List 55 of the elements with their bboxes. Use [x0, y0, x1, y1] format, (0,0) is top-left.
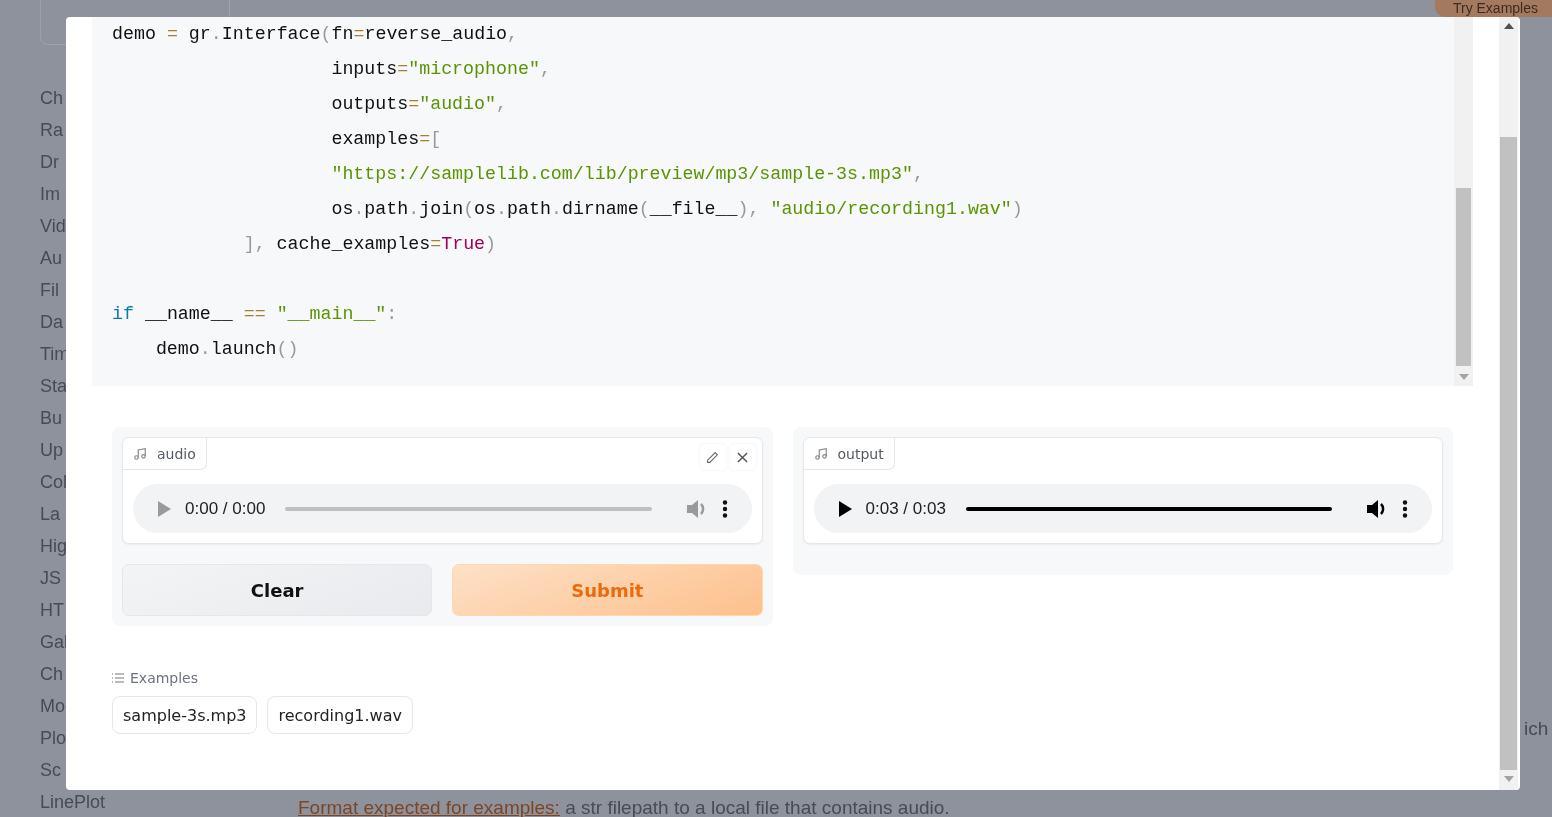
sidebar-item[interactable]: La	[40, 499, 61, 531]
example-chip[interactable]: sample-3s.mp3	[112, 696, 258, 734]
examples-heading: Examples	[130, 670, 199, 686]
sidebar-item[interactable]: JS	[40, 563, 61, 595]
sidebar-item[interactable]: Vid	[40, 211, 66, 243]
playback-time: 0:03 / 0:03	[865, 498, 946, 519]
pencil-icon	[706, 450, 719, 464]
sidebar-item[interactable]: Col	[40, 467, 67, 499]
sidebar-item[interactable]: Mo	[40, 691, 65, 723]
code-line: "https://samplelib.com/lib/preview/mp3/sample-3s.mp3",	[330, 163, 924, 186]
text-fragment: ich	[1524, 718, 1549, 740]
progress-bar[interactable]	[965, 506, 1332, 511]
music-note-icon	[813, 446, 828, 461]
try-examples-button[interactable]: Try Examples	[1434, 0, 1552, 17]
scrollbar[interactable]	[1454, 17, 1473, 386]
sidebar-item[interactable]: Sc	[40, 755, 61, 787]
component-label: audio	[123, 438, 207, 470]
code-line: os.path.join(os.path.dirname(__file__), "audio/recording1.wav")	[330, 198, 1023, 221]
code-line: outputs="audio",	[330, 93, 507, 116]
arrow-up-icon[interactable]	[1503, 23, 1514, 29]
sidebar-item[interactable]: Ra	[40, 115, 63, 147]
scrollbar[interactable]	[1499, 17, 1518, 790]
sidebar-item[interactable]: Plo	[40, 723, 66, 755]
clear-button[interactable]: Clear	[122, 564, 433, 616]
code-line: if __name__ == "__main__":	[112, 303, 398, 326]
list-icon	[112, 673, 124, 683]
more-options-icon[interactable]	[721, 499, 728, 518]
submit-button[interactable]: Submit	[452, 564, 763, 616]
playback-time: 0:00 / 0:00	[185, 498, 266, 519]
sidebar-item[interactable]: Sta	[40, 371, 68, 403]
sidebar-item[interactable]: HT	[40, 595, 64, 627]
sidebar-item[interactable]: Bu	[40, 403, 63, 435]
close-icon	[737, 451, 748, 463]
more-options-icon[interactable]	[1402, 499, 1408, 518]
code-line: demo = gr.Interface(fn=reverse_audio,	[112, 23, 519, 46]
sidebar-item[interactable]: Dr	[40, 147, 59, 179]
music-note-icon	[133, 446, 147, 461]
sidebar-item[interactable]: Up	[40, 435, 63, 467]
sidebar-item[interactable]: Ch	[40, 659, 63, 691]
code-line: examples=[	[330, 128, 442, 151]
sidebar-item[interactable]: Ch	[40, 83, 63, 115]
sidebar-item[interactable]: Da	[40, 307, 63, 339]
sidebar-item[interactable]: Fil	[40, 275, 59, 307]
component-label: output	[803, 438, 895, 470]
edit-button[interactable]	[699, 444, 726, 470]
code-line: demo.launch()	[154, 338, 299, 361]
example-chip[interactable]: recording1.wav	[267, 696, 413, 734]
close-button[interactable]	[729, 444, 756, 470]
sidebar-item[interactable]: Hig	[40, 531, 67, 563]
code-line: inputs="microphone",	[330, 58, 551, 81]
code-line: ], cache_examples=True)	[242, 233, 497, 256]
sidebar-item[interactable]: Au	[40, 243, 63, 275]
play-icon[interactable]	[837, 500, 852, 517]
sidebar-item[interactable]: Im	[40, 179, 60, 211]
sidebar-item[interactable]: LinePlot	[40, 787, 106, 817]
